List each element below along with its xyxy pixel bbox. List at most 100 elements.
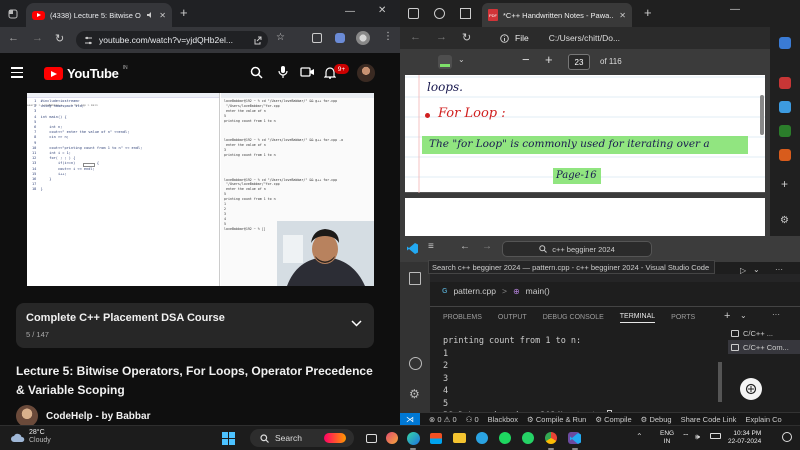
compile-status[interactable]: ⚙ Compile bbox=[595, 415, 631, 424]
menu-icon[interactable]: ≡ bbox=[428, 241, 434, 252]
sidebar-settings-gear-icon[interactable]: ⚙ bbox=[780, 215, 789, 226]
system-clock[interactable]: 10:34 PM 22-07-2024 bbox=[728, 430, 761, 446]
breadcrumb-symbol[interactable]: main() bbox=[526, 286, 550, 296]
terminal-session[interactable]: C/C++ ... bbox=[728, 326, 800, 340]
workspaces-icon[interactable] bbox=[408, 8, 419, 19]
remote-indicator-icon[interactable]: ⋊ bbox=[400, 412, 420, 426]
extension-icon[interactable] bbox=[335, 33, 345, 43]
compile-run-status[interactable]: ⚙ Compile & Run bbox=[527, 415, 586, 424]
more-actions-icon[interactable]: ··· bbox=[775, 265, 783, 274]
bookmark-star-icon[interactable]: ☆ bbox=[276, 32, 285, 43]
tab-ports[interactable]: PORTS bbox=[671, 314, 695, 321]
breadcrumb-file[interactable]: pattern.cpp bbox=[453, 286, 496, 296]
page-number-input[interactable]: 23 bbox=[568, 54, 590, 70]
whatsapp-icon[interactable] bbox=[519, 429, 537, 447]
minimize-icon[interactable]: — bbox=[345, 6, 355, 17]
tray-overflow-chevron-icon[interactable]: ⌃ bbox=[636, 432, 643, 441]
blackbox-status[interactable]: Blackbox bbox=[488, 415, 518, 424]
sidebar-add-icon[interactable]: + bbox=[781, 177, 788, 191]
pdf-viewport[interactable]: loops. For Loop : The "for Loop" is comm… bbox=[400, 75, 770, 236]
panel-more-icon[interactable]: ··· bbox=[772, 310, 780, 319]
tab-close-icon[interactable]: ✕ bbox=[159, 11, 166, 20]
sidebar-tools-icon[interactable] bbox=[779, 77, 791, 89]
collections-icon[interactable] bbox=[434, 8, 445, 19]
new-tab-button[interactable]: + bbox=[180, 5, 188, 20]
edge-minimize-icon[interactable]: — bbox=[730, 4, 740, 15]
start-windows-icon[interactable] bbox=[219, 429, 237, 447]
tab-mute-icon[interactable] bbox=[146, 11, 154, 19]
zoom-out-button[interactable]: − bbox=[522, 52, 530, 67]
search-icon[interactable] bbox=[250, 66, 263, 79]
terminal-session-active[interactable]: C/C++ Com... bbox=[728, 340, 800, 354]
video-player[interactable]: search > loveBabbar > ... > for.cpp > ma… bbox=[27, 93, 374, 286]
assistant-chat-icon[interactable] bbox=[740, 378, 762, 400]
site-info-icon[interactable] bbox=[84, 36, 93, 45]
volume-icon[interactable]: 🕪 bbox=[695, 432, 700, 442]
edge-back-icon[interactable]: ← bbox=[410, 31, 421, 43]
task-view-icon[interactable] bbox=[362, 429, 380, 447]
taskbar-search[interactable]: Search bbox=[250, 429, 354, 447]
profile-icon[interactable] bbox=[356, 31, 370, 45]
menu-dots-icon[interactable]: ⋮ bbox=[383, 31, 393, 42]
hamburger-menu-icon[interactable] bbox=[11, 67, 23, 78]
channel-avatar[interactable] bbox=[16, 405, 38, 425]
sidebar-games-icon[interactable] bbox=[779, 125, 791, 137]
forward-arrow-icon[interactable]: → bbox=[32, 32, 43, 44]
highlight-tool-icon[interactable] bbox=[438, 55, 452, 69]
terminal-scrollbar[interactable] bbox=[718, 362, 722, 402]
run-dropdown-chevron-icon[interactable]: ⌄ bbox=[753, 265, 760, 274]
tab-output[interactable]: OUTPUT bbox=[498, 314, 527, 321]
vscode-taskbar-icon[interactable] bbox=[566, 429, 584, 450]
info-status[interactable]: ⚇ 0 bbox=[466, 415, 479, 424]
edge-tab-close-icon[interactable]: ✕ bbox=[619, 11, 626, 20]
spotify-icon[interactable] bbox=[496, 429, 514, 447]
file-explorer-icon[interactable] bbox=[450, 429, 468, 447]
sidebar-outlook-icon[interactable] bbox=[779, 101, 791, 113]
playlist-panel[interactable] bbox=[16, 303, 374, 348]
address-bar[interactable]: youtube.com/watch?v=yjdQHb2el... bbox=[76, 31, 268, 49]
tab-terminal[interactable]: TERMINAL bbox=[619, 313, 656, 323]
microphone-icon[interactable] bbox=[278, 65, 288, 79]
terminal-dropdown-icon[interactable]: ⌄ bbox=[740, 311, 747, 320]
tab-debug-console[interactable]: DEBUG CONSOLE bbox=[543, 314, 604, 321]
copilot-app-icon[interactable] bbox=[383, 429, 401, 447]
nav-back-icon[interactable]: ← bbox=[460, 241, 470, 252]
battery-icon[interactable] bbox=[710, 433, 721, 439]
input-language[interactable]: ENG IN bbox=[660, 430, 674, 446]
tab-search-icon[interactable] bbox=[6, 7, 20, 21]
weather-widget[interactable]: 28°C Cloudy bbox=[10, 429, 51, 445]
command-center-search[interactable]: c++ begginer 2024 bbox=[502, 241, 652, 257]
pdf-scrollbar[interactable] bbox=[760, 95, 764, 135]
info-icon[interactable] bbox=[500, 33, 509, 43]
explorer-files-icon[interactable] bbox=[409, 272, 421, 285]
tab-actions-icon[interactable] bbox=[460, 8, 471, 19]
back-arrow-icon[interactable]: ← bbox=[8, 32, 19, 44]
youtube-logo[interactable]: YouTube IN bbox=[44, 65, 128, 81]
extensions-icon[interactable] bbox=[312, 33, 322, 43]
share-icon[interactable] bbox=[253, 36, 262, 45]
share-code-status[interactable]: Share Code Link bbox=[681, 415, 737, 424]
close-window-icon[interactable]: ✕ bbox=[378, 5, 386, 16]
edge-taskbar-icon[interactable] bbox=[404, 429, 422, 450]
account-avatar[interactable] bbox=[357, 64, 375, 82]
edge-new-tab-button[interactable]: + bbox=[644, 5, 652, 20]
reload-icon[interactable]: ↻ bbox=[55, 32, 64, 45]
wifi-icon[interactable]: ⌔ bbox=[682, 432, 690, 442]
accounts-icon[interactable] bbox=[409, 357, 422, 370]
debug-status[interactable]: ⚙ Debug bbox=[641, 415, 672, 424]
store-icon[interactable] bbox=[427, 429, 445, 447]
create-video-icon[interactable] bbox=[300, 66, 315, 78]
chrome-taskbar-icon[interactable] bbox=[542, 429, 560, 450]
explain-code-status[interactable]: Explain Co bbox=[745, 415, 781, 424]
tab-problems[interactable]: PROBLEMS bbox=[443, 314, 482, 321]
edge-forward-icon[interactable]: → bbox=[436, 31, 447, 43]
telegram-icon[interactable] bbox=[473, 429, 491, 447]
terminal-output[interactable]: printing count from 1 to n:12345PS D:\c+… bbox=[443, 335, 713, 423]
manage-gear-icon[interactable]: ⚙ bbox=[409, 387, 420, 401]
tab-pdf-notes[interactable]: PDF *C++ Handwritten Notes - Pawa... ✕ bbox=[482, 3, 632, 27]
edge-reload-icon[interactable]: ↻ bbox=[462, 31, 471, 44]
channel-row[interactable]: CodeHelp - by Babbar bbox=[16, 405, 150, 425]
problems-status[interactable]: ⊗ 0 ⚠ 0 bbox=[429, 415, 457, 424]
notification-center-icon[interactable] bbox=[782, 432, 792, 442]
zoom-in-button[interactable]: + bbox=[545, 52, 553, 67]
